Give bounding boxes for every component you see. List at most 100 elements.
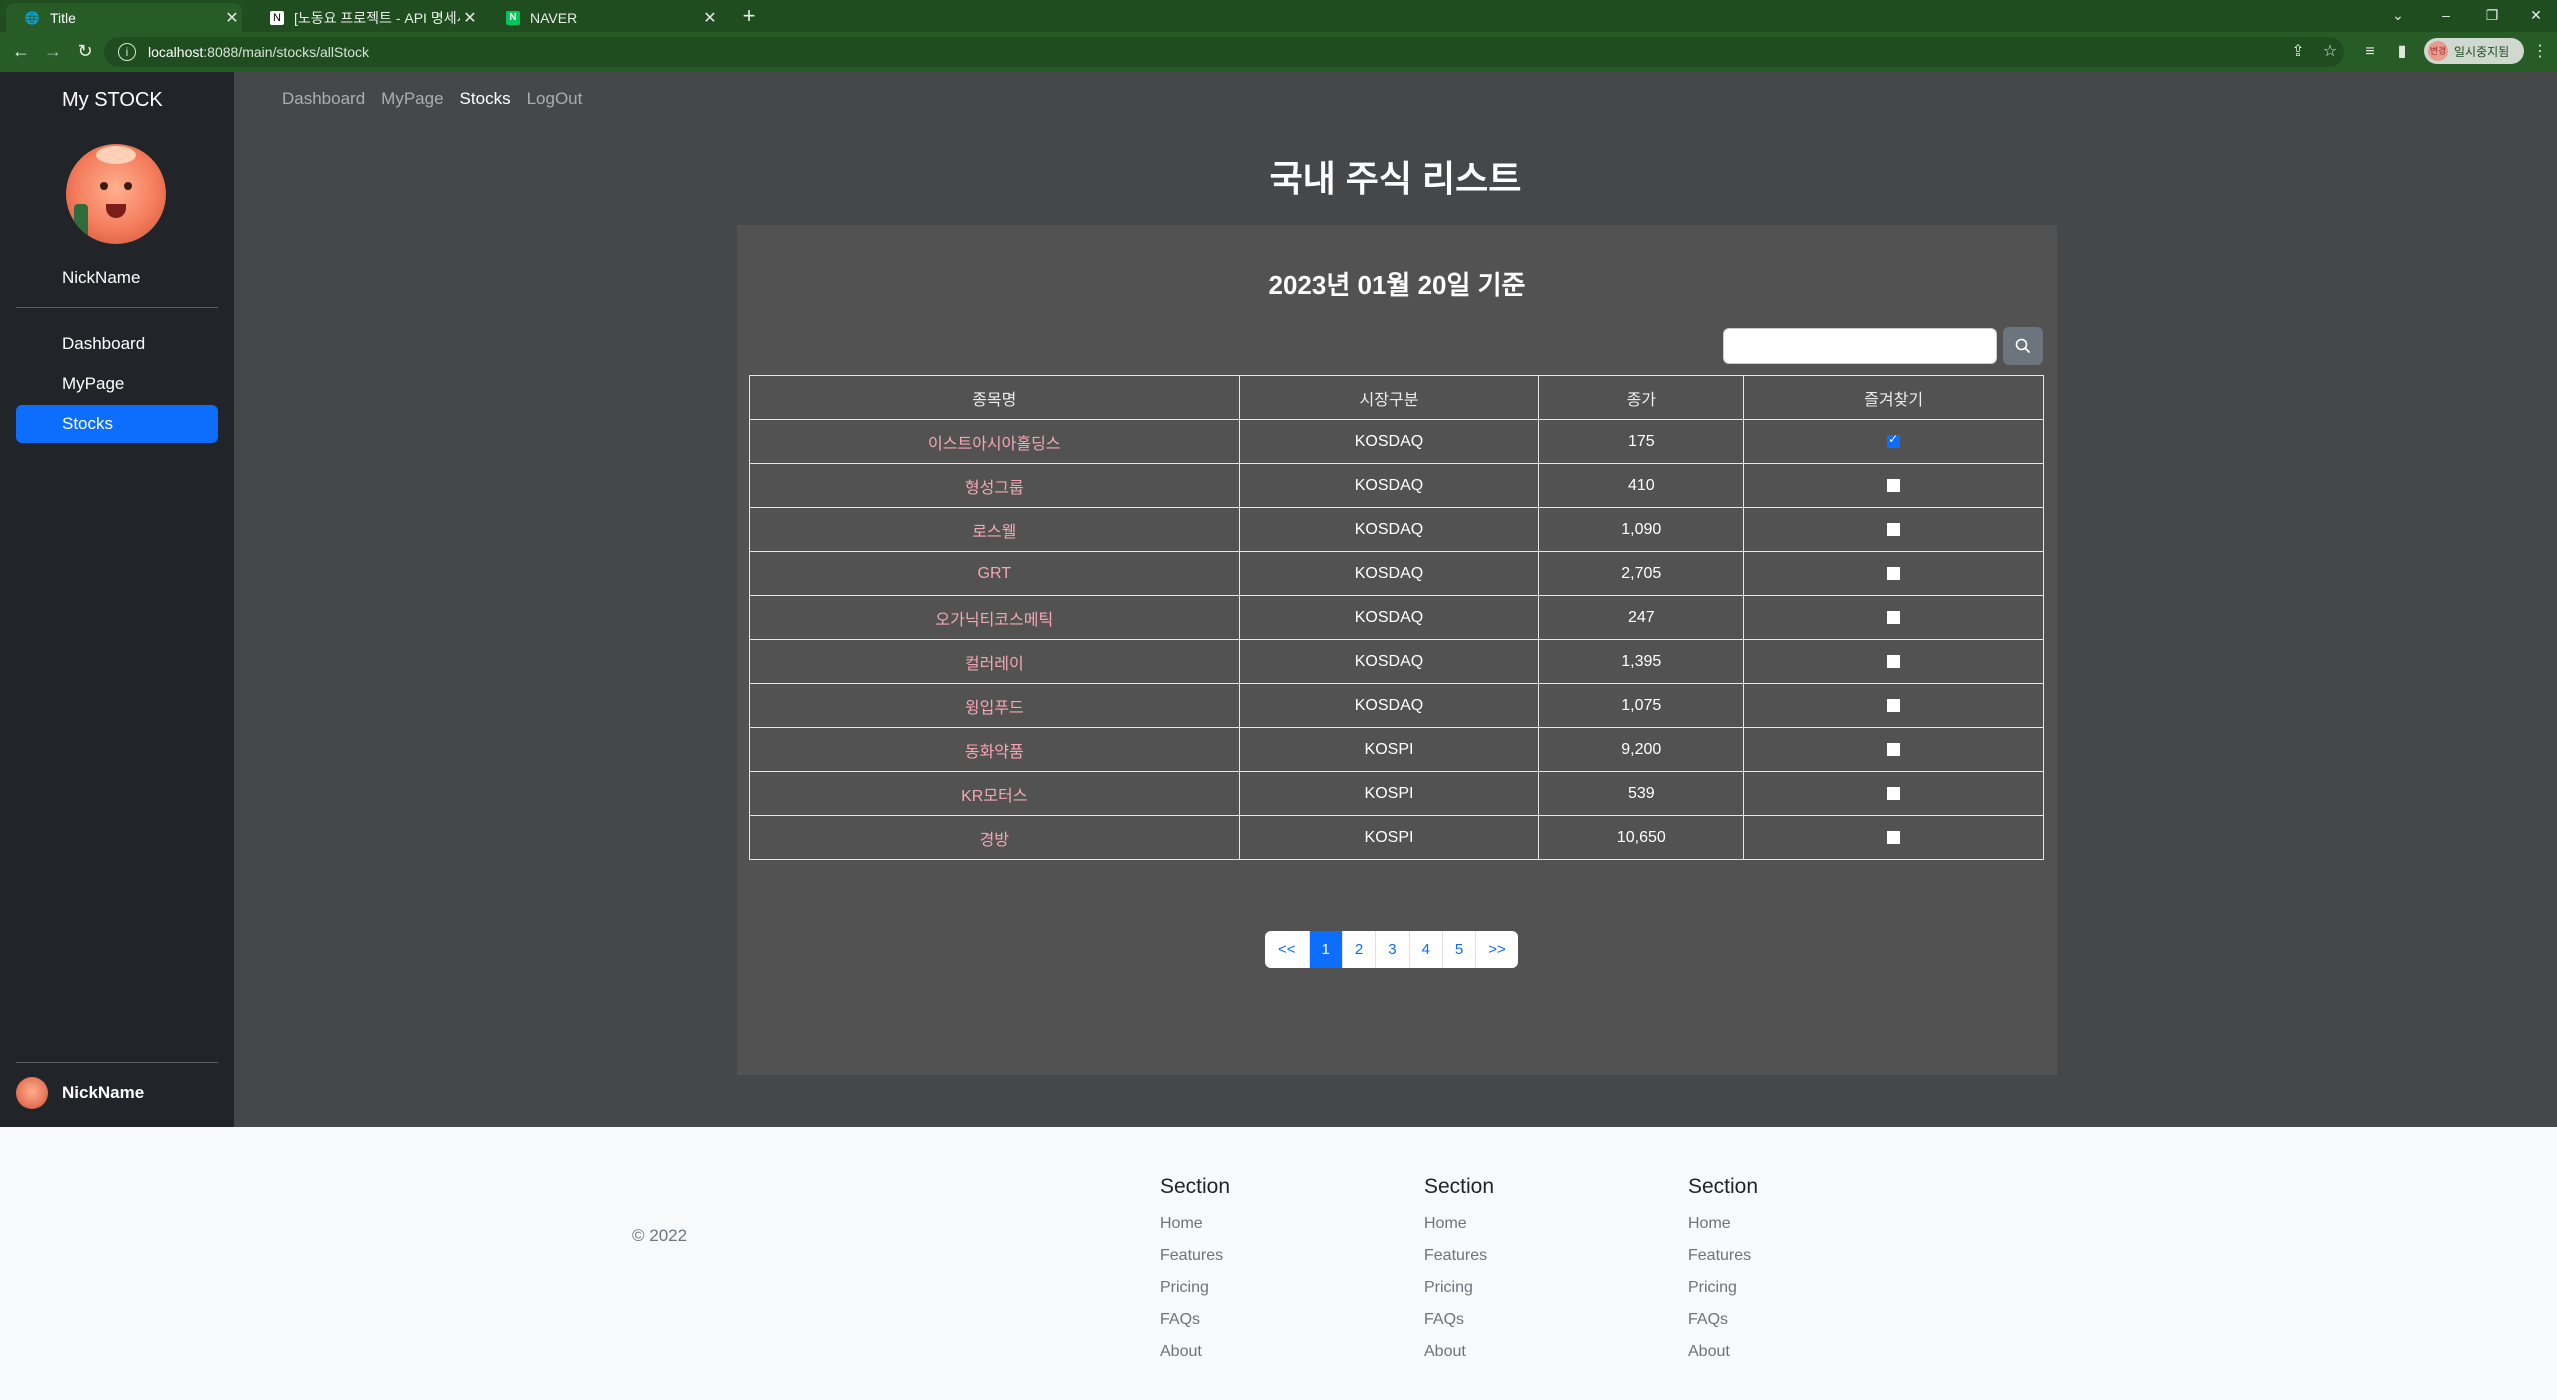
address-bar[interactable]: i localhost :8088/main/stocks/allStock	[104, 37, 2344, 67]
back-arrow-icon[interactable]: ←	[10, 40, 32, 62]
page-first[interactable]: <<	[1265, 931, 1309, 968]
profile-button[interactable]: 변경 일시중지됨	[2424, 38, 2524, 64]
sidebar-divider	[16, 307, 218, 308]
notion-icon: N	[270, 10, 284, 25]
stock-price: 10,650	[1538, 815, 1745, 860]
footer-link-features[interactable]: Features	[1424, 1240, 1494, 1272]
footer-link-features[interactable]: Features	[1160, 1240, 1230, 1272]
footer-link-about[interactable]: About	[1688, 1336, 1758, 1368]
footer-link-features[interactable]: Features	[1688, 1240, 1758, 1272]
share-icon[interactable]: ⇪	[2288, 42, 2308, 62]
close-icon[interactable]: ✕	[700, 8, 720, 28]
stock-price: 1,075	[1538, 683, 1745, 728]
browser-tab-api-spec[interactable]: N [노동요 프로젝트 - API 명세서] ✕	[252, 3, 480, 32]
stock-name[interactable]: KR모터스	[749, 771, 1240, 816]
column-header-name: 종목명	[749, 375, 1240, 420]
stock-name[interactable]: GRT	[749, 551, 1240, 596]
favorite-cell	[1743, 551, 2044, 596]
footer-link-faqs[interactable]: FAQs	[1160, 1304, 1230, 1336]
reading-list-icon[interactable]: ≡	[2360, 42, 2380, 62]
topnav-dashboard[interactable]: Dashboard	[282, 89, 365, 109]
sidebar-user-menu[interactable]: NickName	[16, 1077, 144, 1109]
footer-link-pricing[interactable]: Pricing	[1688, 1272, 1758, 1304]
stock-market: KOSPI	[1238, 727, 1540, 772]
page-last[interactable]: >>	[1475, 931, 1518, 968]
forward-arrow-icon[interactable]: →	[42, 40, 64, 62]
topnav-logout[interactable]: LogOut	[527, 89, 583, 109]
footer-link-pricing[interactable]: Pricing	[1160, 1272, 1230, 1304]
stock-name[interactable]: 경방	[749, 815, 1240, 860]
column-header-price: 종가	[1538, 375, 1745, 420]
stock-name[interactable]: 이스트아시아홀딩스	[749, 419, 1240, 464]
minimize-icon[interactable]: –	[2422, 0, 2470, 30]
restore-icon[interactable]: ❐	[2468, 0, 2516, 30]
stock-name[interactable]: 형성그룹	[749, 463, 1240, 508]
footer-link-faqs[interactable]: FAQs	[1688, 1304, 1758, 1336]
favorite-checkbox[interactable]	[1887, 432, 1901, 448]
sidebar-user-name: NickName	[62, 1083, 145, 1102]
stock-price: 410	[1538, 463, 1745, 508]
site-info-icon[interactable]: i	[118, 43, 136, 61]
close-window-icon[interactable]: ✕	[2512, 0, 2557, 30]
sidebar-item-stocks[interactable]: Stocks	[16, 405, 218, 443]
favorite-checkbox[interactable]	[1887, 742, 1901, 756]
sidebar-item-mypage[interactable]: MyPage	[16, 365, 218, 403]
favorite-checkbox[interactable]	[1887, 610, 1901, 624]
table-row: 동화약품 KOSPI 9,200	[749, 727, 2044, 772]
close-icon[interactable]: ✕	[460, 8, 480, 28]
footer-link-faqs[interactable]: FAQs	[1424, 1304, 1494, 1336]
stock-name[interactable]: 동화약품	[749, 727, 1240, 772]
avatar	[16, 1077, 48, 1109]
favorite-checkbox[interactable]	[1887, 522, 1901, 536]
favorite-checkbox[interactable]	[1887, 478, 1901, 492]
browser-tab-title[interactable]: 🌐 Title ✕	[6, 3, 242, 32]
footer	[0, 1127, 2557, 1400]
favorite-checkbox[interactable]	[1887, 698, 1901, 712]
tab-label: NAVER	[530, 9, 578, 26]
topnav-mypage[interactable]: MyPage	[381, 89, 443, 109]
stock-name[interactable]: 윙입푸드	[749, 683, 1240, 728]
tab-label: Title	[50, 9, 76, 26]
side-panel-icon[interactable]: ▮	[2392, 42, 2412, 62]
close-icon[interactable]: ✕	[222, 8, 242, 28]
stock-name[interactable]: 오가닉티코스메틱	[749, 595, 1240, 640]
page-2[interactable]: 2	[1341, 931, 1375, 968]
page-1[interactable]: 1	[1308, 931, 1342, 968]
footer-link-about[interactable]: About	[1424, 1336, 1494, 1368]
table-row: 형성그룹 KOSDAQ 410	[749, 463, 2044, 508]
footer-section-title: Section	[1424, 1175, 1495, 1198]
stock-name[interactable]: 로스웰	[749, 507, 1240, 552]
search-input[interactable]	[1723, 328, 1997, 364]
sidebar-item-dashboard[interactable]: Dashboard	[16, 325, 218, 363]
footer-link-about[interactable]: About	[1160, 1336, 1230, 1368]
page-5[interactable]: 5	[1441, 931, 1475, 968]
page-3[interactable]: 3	[1375, 931, 1408, 968]
column-header-favorite: 즐겨찾기	[1743, 375, 2044, 420]
footer-link-home[interactable]: Home	[1424, 1208, 1494, 1240]
new-tab-button[interactable]: +	[738, 4, 760, 28]
stock-market: KOSDAQ	[1238, 595, 1540, 640]
menu-kebab-icon[interactable]: ⋮	[2530, 42, 2550, 62]
browser-tab-strip: 🌐 Title ✕ N [노동요 프로젝트 - API 명세서] ✕ N NAV…	[0, 0, 2557, 32]
footer-link-pricing[interactable]: Pricing	[1424, 1272, 1494, 1304]
footer-link-home[interactable]: Home	[1160, 1208, 1230, 1240]
favorite-checkbox[interactable]	[1887, 786, 1901, 800]
favorite-checkbox[interactable]	[1887, 654, 1901, 668]
brand-logo[interactable]: My STOCK	[62, 89, 163, 112]
stock-name[interactable]: 컬러레이	[749, 639, 1240, 684]
page-4[interactable]: 4	[1408, 931, 1442, 968]
favorite-checkbox[interactable]	[1887, 566, 1901, 580]
footer-link-home[interactable]: Home	[1688, 1208, 1758, 1240]
reload-icon[interactable]: ↻	[74, 40, 96, 62]
stock-market: KOSDAQ	[1238, 551, 1540, 596]
search-button[interactable]	[2003, 327, 2043, 365]
bookmark-star-icon[interactable]: ☆	[2320, 42, 2340, 62]
favorite-checkbox[interactable]	[1887, 830, 1901, 844]
table-row: 로스웰 KOSDAQ 1,090	[749, 507, 2044, 552]
topnav-stocks[interactable]: Stocks	[460, 89, 511, 109]
naver-icon: N	[506, 10, 520, 25]
tab-search-icon[interactable]: ⌄	[2374, 0, 2422, 30]
copyright: © 2022	[632, 1226, 688, 1245]
stock-market: KOSDAQ	[1238, 463, 1540, 508]
browser-tab-naver[interactable]: N NAVER ✕	[488, 3, 720, 32]
